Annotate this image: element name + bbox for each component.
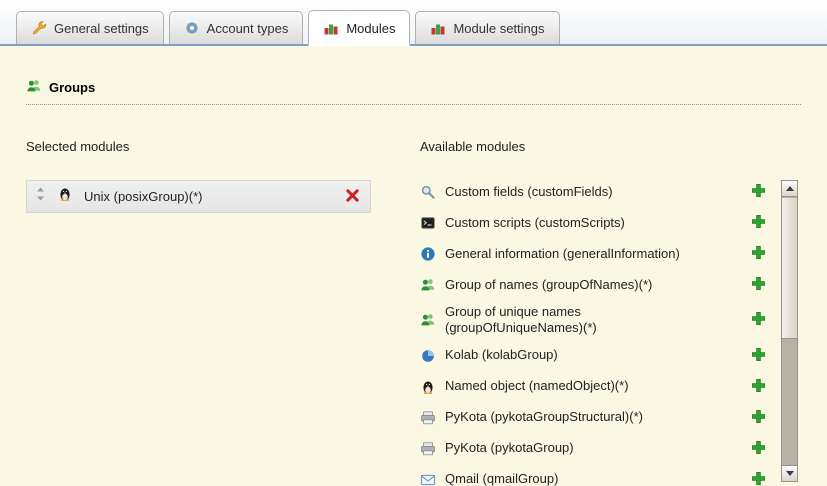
selected-modules-column: Selected modules Unix (posixGroup)(*) [26, 139, 386, 486]
available-module-row: Group of names (groupOfNames)(*) [420, 273, 766, 297]
available-module-row: Custom scripts (customScripts) [420, 211, 766, 235]
move-handle-icon[interactable] [35, 186, 46, 207]
tab-label: Modules [346, 21, 395, 36]
selected-modules-heading: Selected modules [26, 139, 386, 154]
plus-icon [751, 440, 766, 458]
info-icon [420, 246, 436, 262]
scroll-thumb[interactable] [782, 198, 797, 339]
available-module-row: PyKota (pykotaGroupStructural)(*) [420, 406, 766, 430]
tux-icon [57, 186, 73, 207]
add-module-button[interactable] [751, 311, 766, 329]
section-title: Groups [49, 80, 95, 95]
available-module-row: Named object (namedObject)(*) [420, 375, 766, 399]
add-module-button[interactable] [751, 245, 766, 263]
available-module-row: General information (generalInformation) [420, 242, 766, 266]
available-modules-column: Available modules Custom fields (customF… [420, 139, 798, 486]
scroll-up-button[interactable] [782, 181, 797, 197]
module-label: Qmail (qmailGroup) [445, 471, 558, 486]
gear-icon [184, 20, 200, 36]
printer-icon [420, 441, 436, 457]
available-module-row: Custom fields (customFields) [420, 180, 766, 204]
plus-icon [751, 276, 766, 294]
available-module-row: Qmail (qmailGroup) [420, 468, 766, 486]
remove-module-button[interactable] [345, 188, 360, 206]
add-module-button[interactable] [751, 276, 766, 294]
tab-label: Account types [207, 21, 289, 36]
wrench-icon [31, 20, 47, 36]
module-label: Group of names (groupOfNames)(*) [445, 277, 652, 293]
magnifier-icon [420, 184, 436, 200]
plus-icon [751, 409, 766, 427]
available-module-row: Kolab (kolabGroup) [420, 344, 766, 368]
tab-module-settings[interactable]: Module settings [415, 11, 559, 44]
module-label: Named object (namedObject)(*) [445, 378, 629, 394]
tab-modules[interactable]: Modules [308, 10, 410, 46]
available-module-row: Group of unique names (groupOfUniqueName… [420, 304, 766, 337]
plus-icon [751, 245, 766, 263]
available-modules-list: Custom fields (customFields) Custom scri… [420, 180, 798, 486]
tab-general-settings[interactable]: General settings [16, 11, 164, 44]
tab-account-types[interactable]: Account types [169, 11, 304, 44]
module-label: PyKota (pykotaGroupStructural)(*) [445, 409, 643, 425]
kolab-icon [420, 348, 436, 364]
add-module-button[interactable] [751, 347, 766, 365]
delete-icon [345, 188, 360, 206]
plus-icon [751, 378, 766, 396]
add-module-button[interactable] [751, 409, 766, 427]
scroll-down-button[interactable] [782, 465, 797, 481]
tab-label: Module settings [453, 21, 544, 36]
add-module-button[interactable] [751, 183, 766, 201]
module-label: Custom fields (customFields) [445, 184, 613, 200]
module-label: General information (generalInformation) [445, 246, 680, 262]
module-label: Unix (posixGroup)(*) [84, 189, 334, 204]
plus-icon [751, 183, 766, 201]
add-module-button[interactable] [751, 378, 766, 396]
module-label: PyKota (pykotaGroup) [445, 440, 574, 456]
modules-icon [430, 20, 446, 36]
module-label: Custom scripts (customScripts) [445, 215, 625, 231]
selected-module-row[interactable]: Unix (posixGroup)(*) [26, 180, 371, 213]
available-modules-heading: Available modules [420, 139, 798, 154]
groups-icon [26, 78, 42, 97]
plus-icon [751, 347, 766, 365]
plus-icon [751, 214, 766, 232]
printer-icon [420, 410, 436, 426]
groups-icon [420, 277, 436, 293]
modules-icon [323, 20, 339, 36]
section-heading: Groups [26, 78, 801, 97]
tux-icon [420, 379, 436, 395]
scroll-up-arrow-icon [786, 186, 794, 191]
add-module-button[interactable] [751, 440, 766, 458]
separator [26, 104, 801, 105]
module-label: Group of unique names (groupOfUniqueName… [445, 304, 707, 337]
scroll-down-arrow-icon [786, 471, 794, 476]
terminal-icon [420, 215, 436, 231]
module-label: Kolab (kolabGroup) [445, 347, 558, 363]
add-module-button[interactable] [751, 214, 766, 232]
add-module-button[interactable] [751, 471, 766, 486]
plus-icon [751, 311, 766, 329]
plus-icon [751, 471, 766, 486]
scrollbar[interactable] [781, 180, 798, 482]
tab-label: General settings [54, 21, 149, 36]
available-module-row: PyKota (pykotaGroup) [420, 437, 766, 461]
tab-bar: General settings Account types Modules M… [0, 0, 827, 46]
mail-icon [420, 472, 436, 486]
groups-icon [420, 312, 436, 328]
content-panel: Groups Selected modules Unix (posixGroup… [0, 46, 827, 486]
